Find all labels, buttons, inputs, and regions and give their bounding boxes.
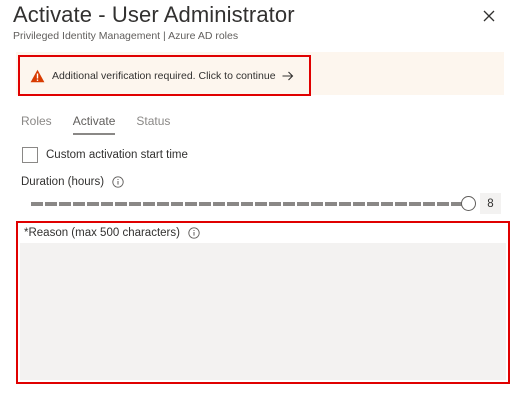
custom-start-time-label: Custom activation start time [46, 149, 188, 161]
warning-icon [30, 69, 45, 83]
tab-activate[interactable]: Activate [72, 114, 116, 135]
tab-roles[interactable]: Roles [21, 114, 52, 135]
close-icon[interactable] [479, 6, 499, 26]
duration-label: Duration (hours) [21, 176, 105, 188]
duration-slider-track[interactable] [31, 202, 468, 206]
duration-slider-thumb[interactable] [461, 196, 476, 211]
verification-link[interactable]: Additional verification required. Click … [18, 55, 311, 96]
duration-value: 8 [480, 193, 501, 214]
reason-label: *Reason (max 500 characters) [24, 227, 180, 239]
info-icon[interactable] [112, 176, 124, 188]
tab-bar: Roles Activate Status [21, 114, 191, 135]
reason-label-row: *Reason (max 500 characters) [24, 227, 200, 239]
reason-textarea[interactable] [20, 243, 506, 380]
custom-start-time-option[interactable]: Custom activation start time [22, 147, 188, 163]
verification-text: Additional verification required. Click … [52, 69, 276, 82]
tab-status[interactable]: Status [136, 114, 170, 135]
custom-start-time-checkbox[interactable] [22, 147, 38, 163]
panel-title: Activate - User Administrator [13, 2, 295, 27]
duration-label-row: Duration (hours) [21, 176, 124, 188]
info-icon[interactable] [188, 227, 200, 239]
panel-subtitle: Privileged Identity Management | Azure A… [13, 30, 239, 42]
arrow-right-icon [282, 71, 294, 81]
